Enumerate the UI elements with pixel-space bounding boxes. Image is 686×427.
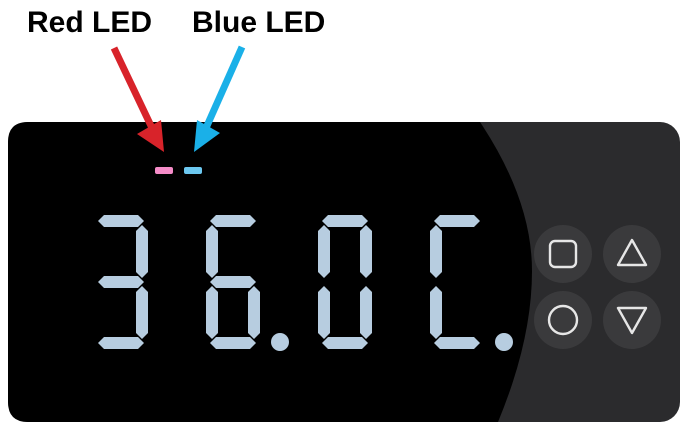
segment-a — [98, 215, 144, 227]
segment-b — [136, 225, 148, 278]
square-button[interactable] — [534, 225, 592, 283]
decimal-point — [495, 333, 513, 351]
segment-e — [318, 286, 330, 339]
segment-d — [98, 337, 144, 349]
segment-f — [206, 225, 218, 278]
segment-c — [248, 286, 260, 339]
segment-f — [318, 225, 330, 278]
down-button[interactable] — [603, 291, 661, 349]
segment-c — [136, 286, 148, 339]
segment-d — [322, 337, 368, 349]
red-led — [155, 167, 173, 174]
segment-e — [430, 286, 442, 339]
segment-a — [434, 215, 480, 227]
decimal-point — [271, 333, 289, 351]
segment-f — [430, 225, 442, 278]
segment-d — [210, 337, 256, 349]
controller-diagram — [8, 45, 680, 422]
segment-c — [360, 286, 372, 339]
display-face — [8, 122, 532, 422]
segment-b — [360, 225, 372, 278]
segment-a — [210, 215, 256, 227]
segment-g — [98, 276, 144, 288]
blue-led — [184, 167, 202, 174]
segment-g — [210, 276, 256, 288]
circle-button[interactable] — [534, 291, 592, 349]
segment-d — [434, 337, 480, 349]
segment-a — [322, 215, 368, 227]
segment-e — [206, 286, 218, 339]
up-button[interactable] — [603, 225, 661, 283]
